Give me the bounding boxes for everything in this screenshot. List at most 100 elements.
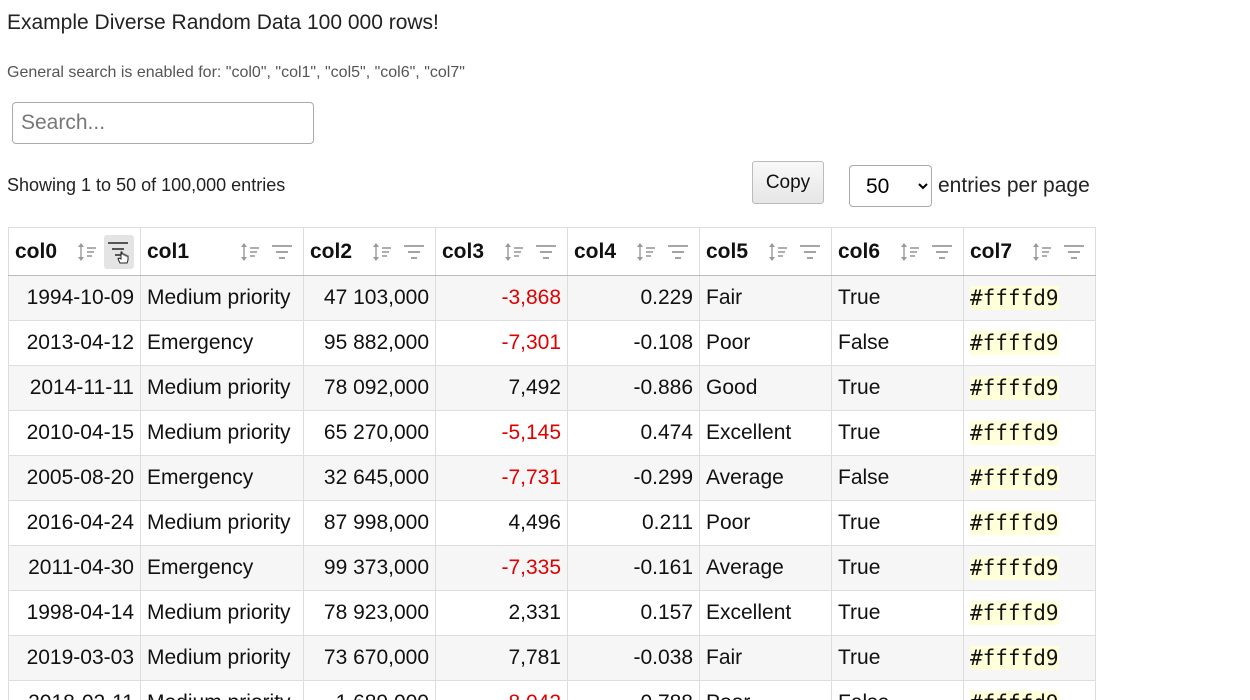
- filter-icon[interactable]: [531, 235, 561, 269]
- table-cell-col1: Medium priority: [140, 365, 304, 411]
- table-row[interactable]: 1998-04-14 Medium priority 78 923,000 2,331…: [8, 590, 1096, 636]
- column-header-label: col2: [310, 239, 353, 263]
- table-cell-col0: 2014-11-11: [8, 365, 141, 411]
- table-cell-col4: -0.038: [567, 635, 700, 681]
- color-code-value: #ffffd9: [970, 556, 1059, 580]
- table-row[interactable]: 2019-03-03 Medium priority 73 670,000 7,781…: [8, 635, 1096, 681]
- copy-button[interactable]: Copy: [752, 161, 824, 204]
- table-cell-col2: 95 882,000: [303, 320, 436, 366]
- table-cell-col3: -7,301: [435, 320, 568, 366]
- table-cell-col0: 2016-04-24: [8, 500, 141, 546]
- column-header-col2[interactable]: col2: [303, 227, 436, 276]
- column-header-col4[interactable]: col4: [567, 227, 700, 276]
- column-header-label: col4: [574, 239, 617, 263]
- filter-icon[interactable]: [399, 235, 429, 269]
- filter-icon[interactable]: [795, 235, 825, 269]
- table-cell-col2: 78 092,000: [303, 365, 436, 411]
- table-cell-col3: -8,042: [435, 680, 568, 700]
- table-cell-col4: 0.211: [567, 500, 700, 546]
- entries-per-page-label: entries per page: [938, 174, 1090, 197]
- table-cell-col7: #ffffd9: [963, 635, 1096, 681]
- table-cell-col5: Average: [699, 545, 832, 591]
- table-cell-col4: 0.788: [567, 680, 700, 700]
- table-cell-col7: #ffffd9: [963, 275, 1096, 321]
- column-header-col3[interactable]: col3: [435, 227, 568, 276]
- color-code-value: #ffffd9: [970, 331, 1059, 355]
- table-cell-col0: 2010-04-15: [8, 410, 141, 456]
- column-header-col6[interactable]: col6: [831, 227, 964, 276]
- table-cell-col5: Average: [699, 455, 832, 501]
- sort-icon[interactable]: [895, 235, 925, 269]
- table-cell-col1: Medium priority: [140, 635, 304, 681]
- page: Example Diverse Random Data 100 000 rows…: [0, 0, 1250, 700]
- table-body: 1994-10-09 Medium priority 47 103,000 -3,86…: [8, 275, 1096, 700]
- color-code-value: #ffffd9: [970, 286, 1059, 310]
- sort-icon[interactable]: [72, 235, 102, 269]
- filter-icon[interactable]: [927, 235, 957, 269]
- table-cell-col7: #ffffd9: [963, 545, 1096, 591]
- column-header-col7[interactable]: col7: [963, 227, 1096, 276]
- filter-icon[interactable]: [104, 234, 134, 269]
- sort-icon[interactable]: [499, 235, 529, 269]
- color-code-value: #ffffd9: [970, 691, 1059, 700]
- table-row[interactable]: 2011-04-30 Emergency 99 373,000 -7,335 -0.16…: [8, 545, 1096, 591]
- column-header-content: col3: [442, 235, 561, 269]
- table-cell-col1: Emergency: [140, 545, 304, 591]
- table-cell-col3: 7,781: [435, 635, 568, 681]
- table-cell-col6: True: [831, 500, 964, 546]
- table-cell-col2: 65 270,000: [303, 410, 436, 456]
- sort-icon[interactable]: [763, 235, 793, 269]
- table-cell-col6: True: [831, 410, 964, 456]
- table-cell-col7: #ffffd9: [963, 680, 1096, 700]
- filter-icon[interactable]: [663, 235, 693, 269]
- filter-icon[interactable]: [1059, 235, 1089, 269]
- sort-icon[interactable]: [235, 235, 265, 269]
- filter-icon[interactable]: [267, 235, 297, 269]
- table-cell-col3: 7,492: [435, 365, 568, 411]
- search-info-text: General search is enabled for: "col0", "…: [7, 64, 465, 81]
- table-cell-col2: 99 373,000: [303, 545, 436, 591]
- column-header-content: col1: [147, 235, 297, 269]
- column-header-col1[interactable]: col1: [140, 227, 304, 276]
- table-cell-col2: 87 998,000: [303, 500, 436, 546]
- table-cell-col4: -0.161: [567, 545, 700, 591]
- table-cell-col1: Medium priority: [140, 590, 304, 636]
- table-row[interactable]: 2018-02-11Medium priority1 689,000-8,042…: [8, 680, 1096, 700]
- table-cell-col5: Poor: [699, 680, 832, 700]
- table-cell-col0: 2019-03-03: [8, 635, 141, 681]
- entries-info: Showing 1 to 50 of 100,000 entries: [7, 175, 286, 195]
- column-header-label: col7: [970, 239, 1013, 263]
- column-header-col0[interactable]: col0: [8, 227, 141, 276]
- table-row[interactable]: 2013-04-12 Emergency 95 882,000 -7,301 -0.10…: [8, 320, 1096, 366]
- table-cell-col7: #ffffd9: [963, 410, 1096, 456]
- column-header-col5[interactable]: col5: [699, 227, 832, 276]
- color-code-value: #ffffd9: [970, 601, 1059, 625]
- table-cell-col2: 73 670,000: [303, 635, 436, 681]
- column-header-content: col7: [970, 235, 1089, 269]
- table-row[interactable]: 1994-10-09 Medium priority 47 103,000 -3,86…: [8, 275, 1096, 321]
- sort-icon[interactable]: [367, 235, 397, 269]
- table-cell-col2: 1 689,000: [303, 680, 436, 700]
- table-cell-col0: 2005-08-20: [8, 455, 141, 501]
- table-cell-col6: True: [831, 545, 964, 591]
- column-header-content: col4: [574, 235, 693, 269]
- table-cell-col2: 47 103,000: [303, 275, 436, 321]
- table-cell-col3: -7,335: [435, 545, 568, 591]
- table-row[interactable]: 2010-04-15 Medium priority 65 270,000 -5,14…: [8, 410, 1096, 456]
- table-cell-col4: -0.886: [567, 365, 700, 411]
- table-row[interactable]: 2005-08-20 Emergency 32 645,000 -7,731 -0.29…: [8, 455, 1096, 501]
- table-cell-col4: 0.157: [567, 590, 700, 636]
- color-code-value: #ffffd9: [970, 646, 1059, 670]
- table-cell-col3: 4,496: [435, 500, 568, 546]
- table-cell-col5: Fair: [699, 635, 832, 681]
- sort-icon[interactable]: [1027, 235, 1057, 269]
- column-header-content: col6: [838, 235, 957, 269]
- table-row[interactable]: 2014-11-11 Medium priority 78 092,000 7,492…: [8, 365, 1096, 411]
- sort-icon[interactable]: [631, 235, 661, 269]
- table-row[interactable]: 2016-04-24 Medium priority 87 998,000 4,496…: [8, 500, 1096, 546]
- entries-per-page-select[interactable]: 50: [849, 165, 932, 207]
- search-input[interactable]: [12, 102, 314, 144]
- table-cell-col1: Medium priority: [140, 275, 304, 321]
- column-header-label: col6: [838, 239, 881, 263]
- table-cell-col6: True: [831, 590, 964, 636]
